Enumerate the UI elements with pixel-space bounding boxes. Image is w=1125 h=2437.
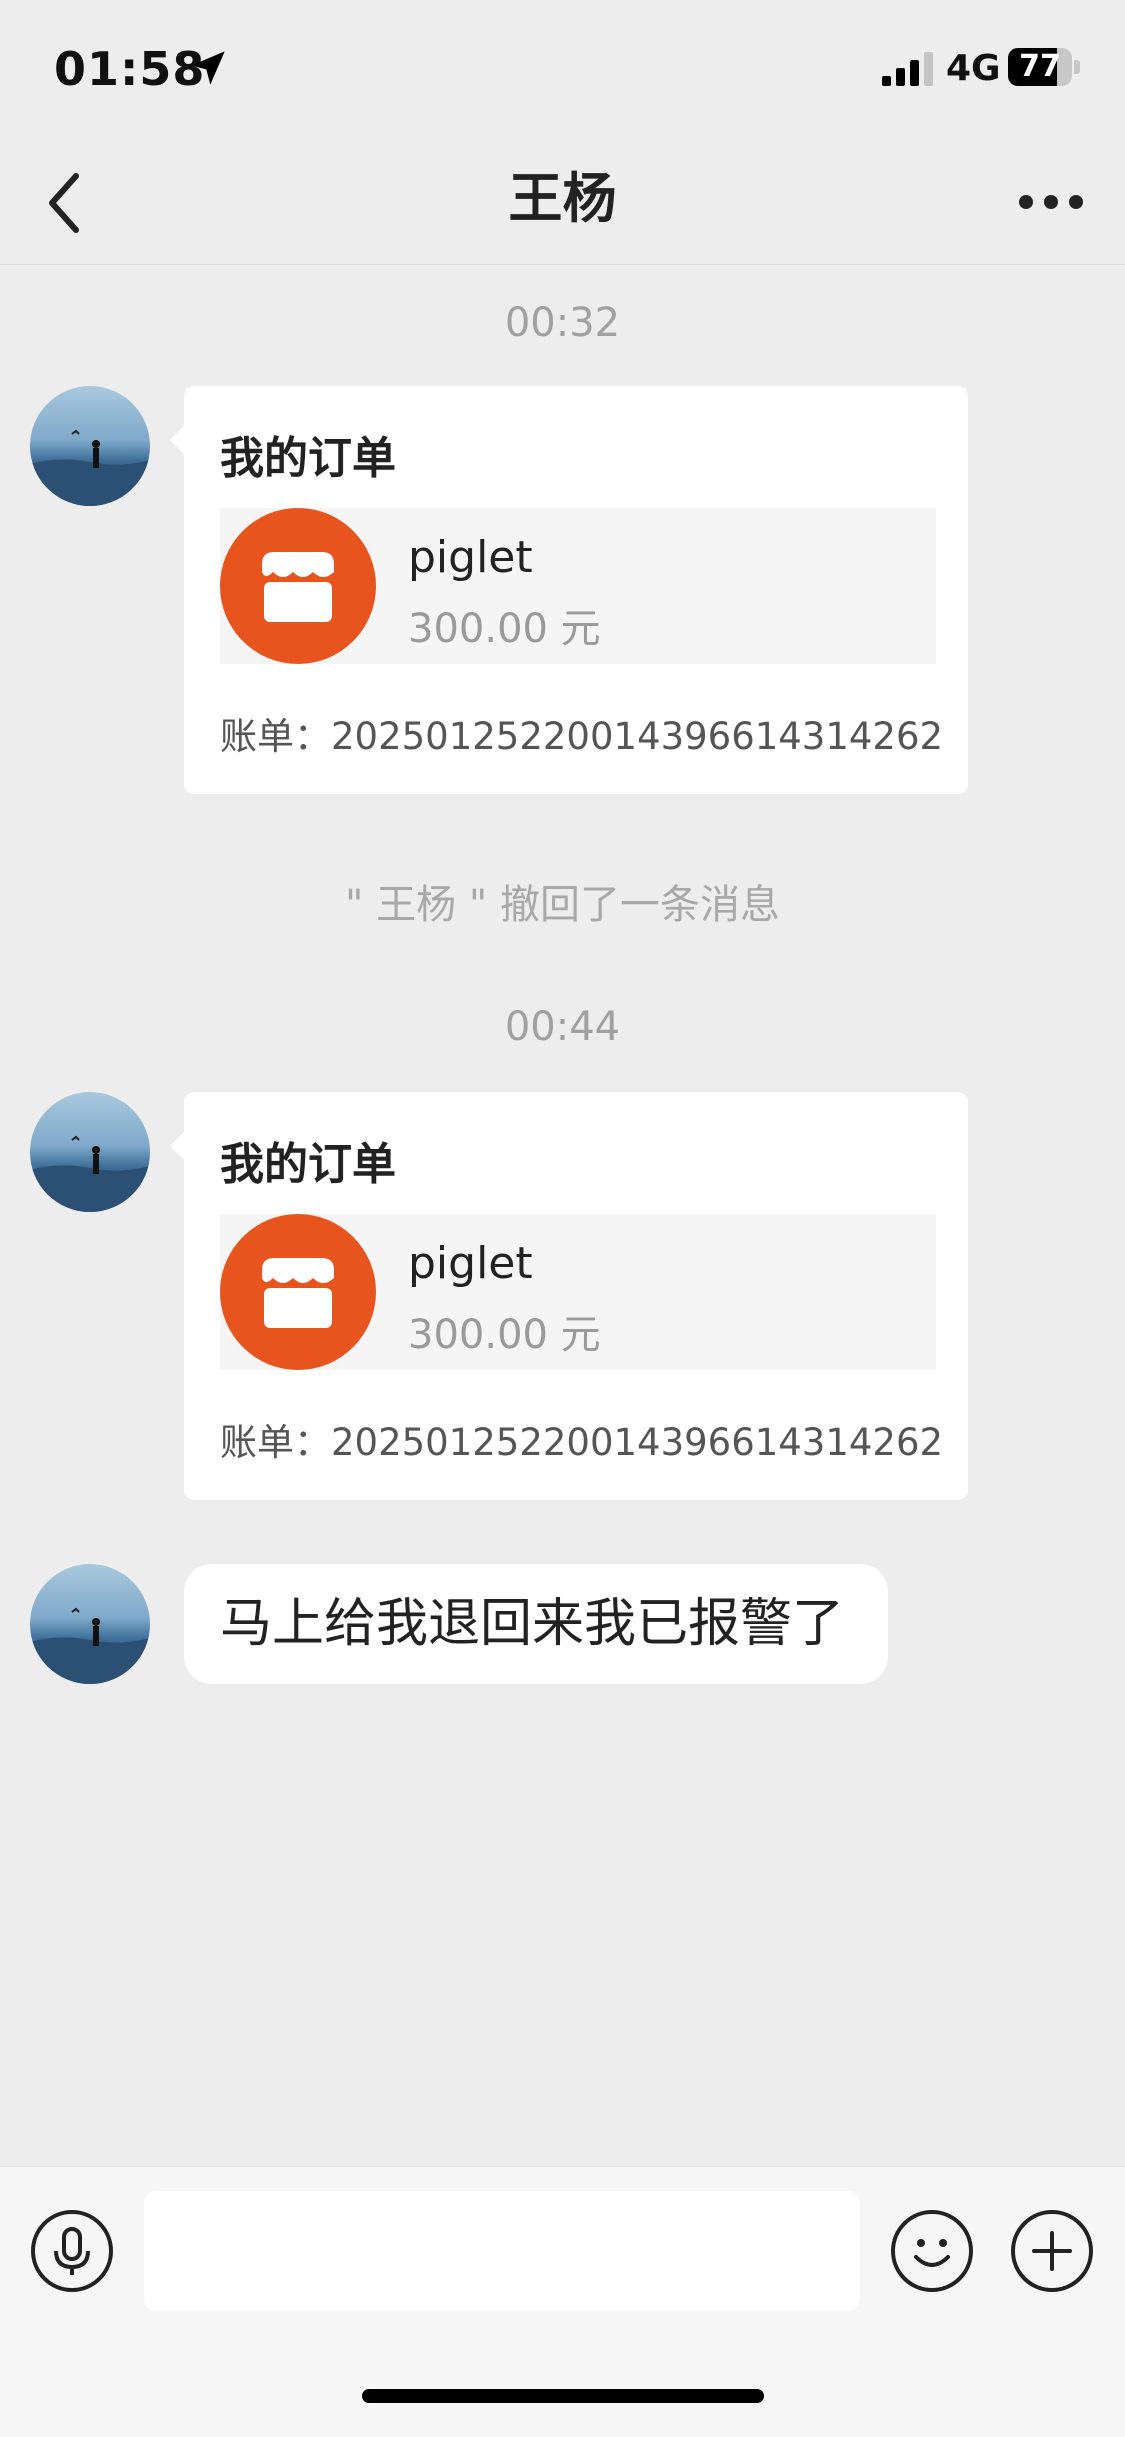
storefront-icon (220, 508, 376, 664)
bill-number: 账单：20250125220014396614314262 (220, 715, 944, 758)
merchant-row[interactable]: piglet 300.00 元 (220, 508, 936, 664)
signal-icon (882, 52, 933, 86)
message-timestamp: 00:32 (504, 300, 621, 346)
order-card[interactable]: 我的订单 piglet 300.00 元 账单：2025012522001439… (170, 1092, 968, 1500)
battery-icon: 77 (1008, 48, 1080, 86)
message-input[interactable] (144, 2191, 860, 2311)
recall-notice: " 王杨 " 撤回了一条消息 (345, 882, 780, 928)
battery-percent: 77 (1019, 49, 1061, 84)
network-type: 4G (946, 48, 1001, 89)
order-card-title: 我的订单 (220, 1139, 396, 1190)
emoji-icon[interactable] (890, 2209, 974, 2293)
plus-icon[interactable] (1010, 2209, 1094, 2293)
nav-bar: 王杨 (0, 140, 1125, 265)
merchant-name: piglet (408, 532, 533, 583)
home-indicator[interactable] (362, 2389, 764, 2403)
avatar[interactable] (30, 386, 150, 506)
message-text: 马上给我退回来我已报警了 (220, 1594, 845, 1654)
back-chevron-icon[interactable] (40, 168, 100, 238)
voice-icon[interactable] (30, 2209, 114, 2293)
status-time: 01:58 (54, 42, 206, 96)
more-dots-icon[interactable] (1016, 182, 1086, 222)
chat-title: 王杨 (508, 167, 617, 230)
order-card[interactable]: 我的订单 piglet 300.00 元 账单：2025012522001439… (170, 386, 968, 794)
input-bar (0, 2166, 1125, 2437)
merchant-name: piglet (408, 1238, 533, 1289)
bill-number: 账单：20250125220014396614314262 (220, 1421, 944, 1464)
order-card-title: 我的订单 (220, 433, 396, 484)
order-amount: 300.00 元 (408, 1312, 601, 1358)
text-message-bubble[interactable]: 马上给我退回来我已报警了 (184, 1564, 889, 1684)
avatar[interactable] (30, 1092, 150, 1212)
merchant-row[interactable]: piglet 300.00 元 (220, 1214, 936, 1370)
status-bar: 01:58 4G 77 (0, 0, 1125, 140)
storefront-icon (220, 1214, 376, 1370)
message-timestamp: 00:44 (504, 1004, 621, 1050)
order-amount: 300.00 元 (408, 606, 601, 652)
avatar[interactable] (30, 1564, 150, 1684)
location-arrow-icon (191, 51, 225, 85)
